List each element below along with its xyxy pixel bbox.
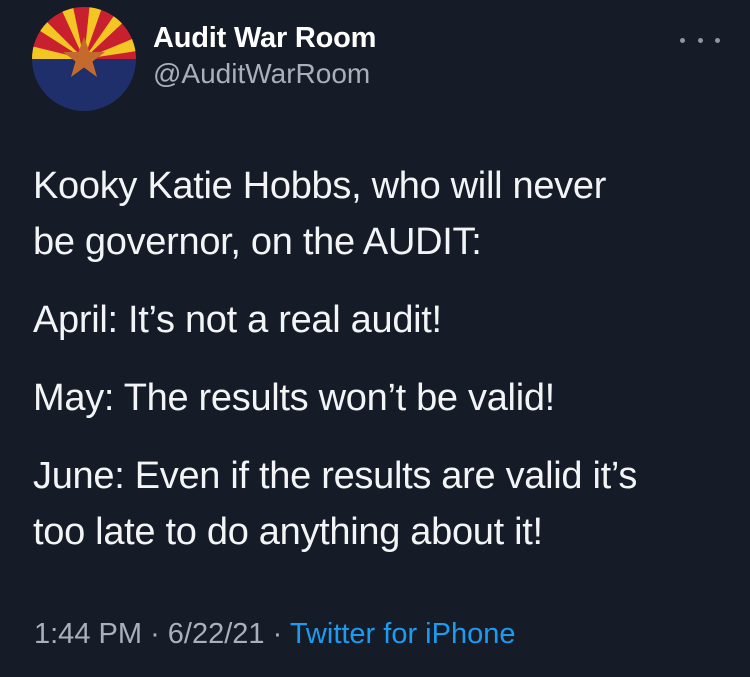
tweet-paragraph: June: Even if the results are valid it’s… [33,448,723,560]
tweet-meta: 1:44 PM · 6/22/21 · Twitter for iPhone [34,618,515,651]
tweet-source-link[interactable]: Twitter for iPhone [290,618,516,650]
arizona-flag-avatar-icon [32,7,136,111]
more-options-icon[interactable] [680,30,720,50]
tweet-card: Audit War Room @AuditWarRoom Kooky Katie… [0,0,750,677]
separator: · [150,618,168,650]
author-handle[interactable]: @AuditWarRoom [153,58,370,90]
tweet-line: May: The results won’t be valid! [33,377,555,419]
tweet-paragraph: April: It’s not a real audit! [33,292,723,348]
tweet-paragraph: May: The results won’t be valid! [33,370,723,426]
tweet-paragraph: Kooky Katie Hobbs, who will never be gov… [33,158,723,270]
tweet-line: be governor, on the AUDIT: [33,221,482,263]
separator: · [272,618,290,650]
tweet-text: Kooky Katie Hobbs, who will never be gov… [33,158,723,582]
tweet-date[interactable]: 6/22/21 [168,618,265,650]
dot [680,37,685,43]
author-name[interactable]: Audit War Room [153,22,376,55]
tweet-line: April: It’s not a real audit! [33,299,442,341]
dot [697,37,703,43]
avatar[interactable] [32,7,136,111]
tweet-time[interactable]: 1:44 PM [34,618,142,650]
tweet-line: Kooky Katie Hobbs, who will never [33,165,607,207]
dot [715,37,720,43]
tweet-line: June: Even if the results are valid it’s [33,455,638,497]
tweet-line: too late to do anything about it! [33,511,543,553]
